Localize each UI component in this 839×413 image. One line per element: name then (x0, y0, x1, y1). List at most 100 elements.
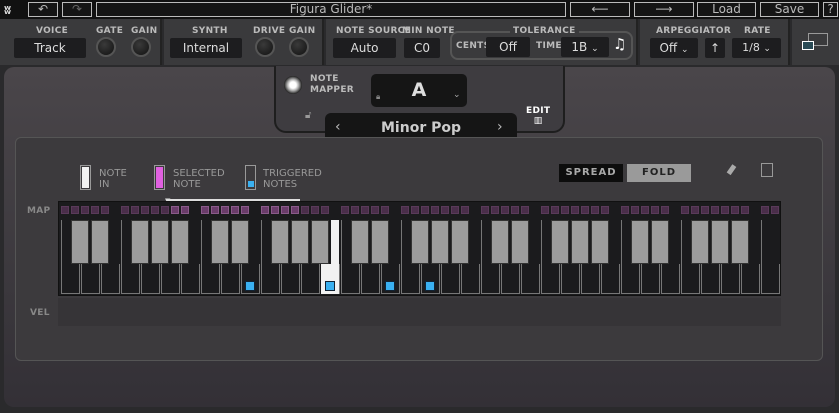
next-scale-button[interactable]: › (497, 119, 503, 135)
map-square[interactable] (181, 206, 189, 214)
white-key[interactable] (661, 264, 680, 294)
edit-button[interactable]: EDIT ▥ (526, 106, 550, 126)
preset-name[interactable]: Figura Glider* (96, 2, 566, 17)
map-square[interactable] (341, 206, 349, 214)
white-key[interactable] (281, 264, 300, 294)
map-square[interactable] (161, 206, 169, 214)
voice-select[interactable]: Track (14, 38, 86, 58)
white-key[interactable] (581, 264, 600, 294)
black-key[interactable] (231, 220, 249, 264)
map-square[interactable] (281, 206, 289, 214)
map-square[interactable] (761, 206, 769, 214)
white-key[interactable] (761, 264, 780, 294)
white-key[interactable] (481, 264, 500, 294)
map-square[interactable] (271, 206, 279, 214)
map-square[interactable] (211, 206, 219, 214)
white-key[interactable] (681, 264, 700, 294)
map-square[interactable] (771, 206, 779, 214)
map-square[interactable] (641, 206, 649, 214)
white-key[interactable] (521, 264, 540, 294)
map-square[interactable] (711, 206, 719, 214)
synth-gain-knob[interactable] (289, 37, 309, 57)
map-square[interactable] (301, 206, 309, 214)
map-square[interactable] (221, 206, 229, 214)
key-select[interactable]: A 🔒︎ ⌄ (371, 74, 467, 107)
white-key[interactable] (441, 264, 460, 294)
white-key[interactable] (741, 264, 760, 294)
white-key[interactable] (401, 264, 420, 294)
load-button[interactable]: Load (697, 2, 756, 17)
lock-icon[interactable]: 🔓︎ (305, 110, 311, 121)
map-square[interactable] (261, 206, 269, 214)
white-key[interactable] (81, 264, 100, 294)
map-square[interactable] (661, 206, 669, 214)
map-square[interactable] (541, 206, 549, 214)
white-key[interactable] (201, 264, 220, 294)
white-key[interactable] (101, 264, 120, 294)
map-square[interactable] (81, 206, 89, 214)
white-key[interactable] (361, 264, 380, 294)
map-square[interactable] (621, 206, 629, 214)
map-square[interactable] (691, 206, 699, 214)
rate-select[interactable]: 1/8 ⌄ (732, 38, 781, 58)
arpeggiator-select[interactable]: Off ⌄ (650, 38, 698, 58)
map-square[interactable] (561, 206, 569, 214)
white-key[interactable] (161, 264, 180, 294)
map-square[interactable] (631, 206, 639, 214)
black-key[interactable] (291, 220, 309, 264)
drive-knob[interactable] (255, 37, 275, 57)
map-square[interactable] (431, 206, 439, 214)
black-key[interactable] (151, 220, 169, 264)
black-key[interactable] (371, 220, 389, 264)
black-key[interactable] (571, 220, 589, 264)
fold-button[interactable]: FOLD (627, 164, 691, 182)
black-key[interactable] (631, 220, 649, 264)
black-key[interactable] (451, 220, 469, 264)
map-square[interactable] (571, 206, 579, 214)
map-square[interactable] (731, 206, 739, 214)
map-square[interactable] (61, 206, 69, 214)
white-key[interactable] (601, 264, 620, 294)
map-square[interactable] (371, 206, 379, 214)
black-key[interactable] (511, 220, 529, 264)
key-lock-icon[interactable]: 🔒︎ (376, 92, 380, 102)
voice-gain-knob[interactable] (131, 37, 151, 57)
map-square[interactable] (351, 206, 359, 214)
black-key[interactable] (731, 220, 749, 264)
arp-direction-button[interactable]: ↑ (705, 38, 725, 58)
map-square[interactable] (461, 206, 469, 214)
map-square[interactable] (131, 206, 139, 214)
map-square[interactable] (451, 206, 459, 214)
black-key[interactable] (71, 220, 89, 264)
map-square[interactable] (511, 206, 519, 214)
map-square[interactable] (411, 206, 419, 214)
prev-preset-button[interactable]: ⟵ (570, 2, 630, 17)
white-key[interactable] (301, 264, 320, 294)
map-square[interactable] (151, 206, 159, 214)
help-button[interactable]: ? (823, 2, 838, 17)
note-source-select[interactable]: Auto (333, 38, 396, 58)
synth-select[interactable]: Internal (170, 38, 242, 58)
white-key[interactable] (541, 264, 560, 294)
map-square[interactable] (721, 206, 729, 214)
map-square[interactable] (201, 206, 209, 214)
keyboard[interactable] (58, 201, 781, 296)
music-note-icon[interactable]: ♫ (613, 35, 626, 53)
map-square[interactable] (681, 206, 689, 214)
black-key[interactable] (411, 220, 429, 264)
map-square[interactable] (321, 206, 329, 214)
save-button[interactable]: Save (760, 2, 819, 17)
black-key[interactable] (131, 220, 149, 264)
white-key[interactable] (721, 264, 740, 294)
map-square[interactable] (441, 206, 449, 214)
map-square[interactable] (401, 206, 409, 214)
map-square[interactable] (581, 206, 589, 214)
map-square[interactable] (291, 206, 299, 214)
map-square[interactable] (741, 206, 749, 214)
white-key[interactable] (561, 264, 580, 294)
map-square[interactable] (171, 206, 179, 214)
white-key[interactable] (221, 264, 240, 294)
white-key[interactable] (621, 264, 640, 294)
redo-button[interactable]: ↷ (62, 2, 92, 17)
map-square[interactable] (311, 206, 319, 214)
